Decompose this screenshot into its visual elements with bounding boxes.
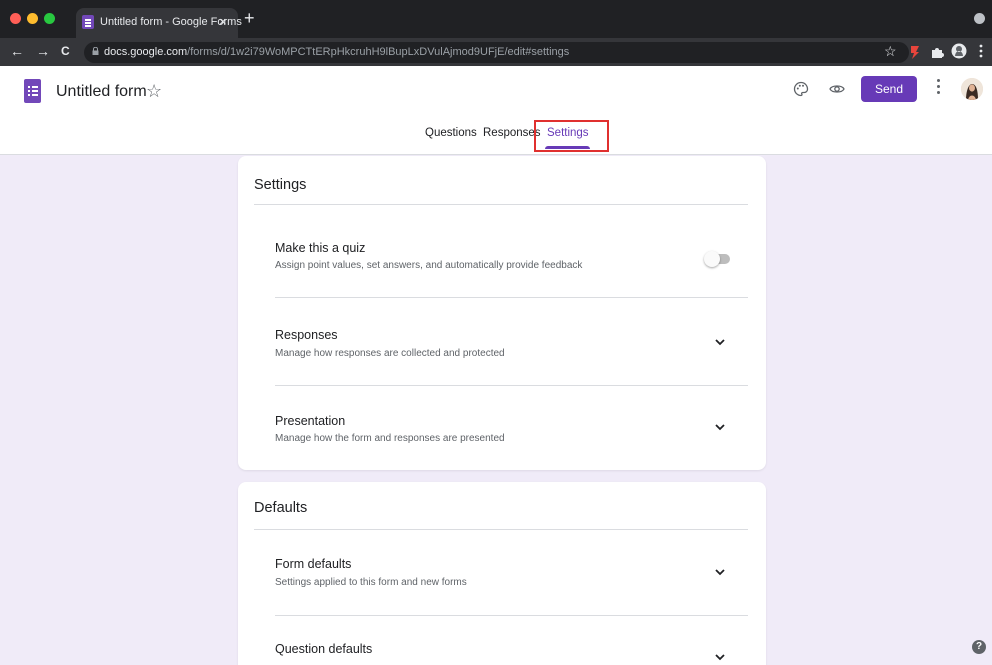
form-title[interactable]: Untitled form <box>56 83 147 101</box>
palette-icon[interactable] <box>793 81 809 97</box>
lock-icon <box>92 47 99 55</box>
settings-tab-highlight-box <box>534 120 609 152</box>
close-window-button[interactable] <box>10 13 21 24</box>
bookmark-star-icon[interactable]: ☆ <box>884 43 897 60</box>
browser-tab[interactable]: Untitled form - Google Forms × <box>76 8 242 38</box>
help-icon[interactable]: ? <box>972 640 986 654</box>
toggle-thumb <box>704 251 720 267</box>
tab-questions[interactable]: Questions <box>425 127 477 139</box>
item-title: Form defaults <box>275 557 352 571</box>
browser-tab-bar: Untitled form - Google Forms × + <box>0 0 992 38</box>
make-quiz-toggle[interactable] <box>704 251 732 267</box>
browser-menu-icon[interactable] <box>974 13 985 24</box>
tab-responses[interactable]: Responses <box>483 127 541 139</box>
item-description: Manage how the form and responses are pr… <box>275 433 505 444</box>
settings-card: Settings Make this a quiz Assign point v… <box>238 156 766 470</box>
url-text: docs.google.com/forms/d/1w2i79WoMPCTtERp… <box>104 46 570 58</box>
chevron-down-icon[interactable] <box>714 337 726 347</box>
item-title: Question defaults <box>275 642 373 656</box>
item-description: Assign point values, set answers, and au… <box>275 260 583 271</box>
defaults-card-title: Defaults <box>254 500 308 516</box>
address-bar[interactable]: docs.google.com/forms/d/1w2i79WoMPCTtERp… <box>84 42 909 63</box>
star-icon[interactable]: ☆ <box>146 81 162 102</box>
send-button[interactable]: Send <box>861 76 917 102</box>
avatar[interactable] <box>961 78 983 100</box>
preview-eye-icon[interactable] <box>829 83 845 95</box>
divider <box>254 204 748 205</box>
divider <box>275 385 748 386</box>
item-title: Responses <box>275 328 338 342</box>
reload-button[interactable]: C <box>61 43 70 59</box>
extension-icon[interactable] <box>908 45 922 59</box>
item-description: Manage how responses are collected and p… <box>275 348 505 359</box>
more-options-icon[interactable] <box>937 79 941 97</box>
close-tab-icon[interactable]: × <box>219 14 227 29</box>
profile-avatar-icon[interactable] <box>951 43 967 59</box>
settings-card-title: Settings <box>254 177 307 193</box>
browser-toolbar: ← → C docs.google.com/forms/d/1w2i79WoMP… <box>0 38 992 66</box>
forms-favicon-icon <box>82 15 94 29</box>
forward-button[interactable]: → <box>36 43 50 59</box>
zoom-window-button[interactable] <box>44 13 55 24</box>
google-forms-logo-icon[interactable] <box>24 79 41 103</box>
item-title: Presentation <box>275 414 346 428</box>
back-button[interactable]: ← <box>10 43 24 59</box>
defaults-card: Defaults Form defaults Settings applied … <box>238 482 766 665</box>
extensions-puzzle-icon[interactable] <box>930 45 944 59</box>
divider <box>254 529 748 530</box>
item-title: Make this a quiz <box>275 241 366 255</box>
settings-page: Settings Make this a quiz Assign point v… <box>0 155 992 665</box>
item-description: Settings applied to this form and new fo… <box>275 577 467 588</box>
new-tab-button[interactable]: + <box>244 9 255 27</box>
chevron-down-icon[interactable] <box>714 567 726 577</box>
divider <box>275 615 748 616</box>
chevron-down-icon[interactable] <box>714 652 726 662</box>
chevron-down-icon[interactable] <box>714 422 726 432</box>
chrome-menu-icon[interactable] <box>979 44 983 58</box>
divider <box>275 297 748 298</box>
forms-header: Untitled form ☆ Send Questions Responses… <box>0 66 992 155</box>
minimize-window-button[interactable] <box>27 13 38 24</box>
